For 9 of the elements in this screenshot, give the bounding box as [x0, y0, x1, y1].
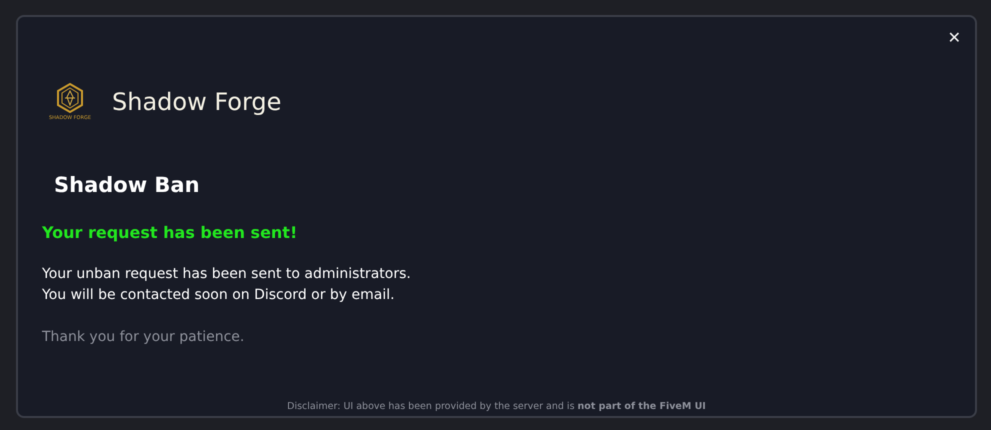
server-name: Shadow Forge — [112, 88, 282, 116]
closing-text: Thank you for your patience. — [42, 329, 246, 345]
disclaimer-text: Disclaimer: UI above has been provided by the server and is not part of the FiveM UI — [287, 401, 706, 412]
success-message: Your request has been sent! — [42, 223, 298, 242]
close-button[interactable]: ✕ — [944, 26, 965, 49]
dialog-heading: Shadow Ban — [54, 173, 201, 197]
hexagon-emblem-icon — [56, 83, 84, 113]
message-line: You will be contacted soon on Discord or by email. — [42, 287, 396, 303]
message-line: Your unban request has been sent to administrators. — [42, 266, 412, 282]
